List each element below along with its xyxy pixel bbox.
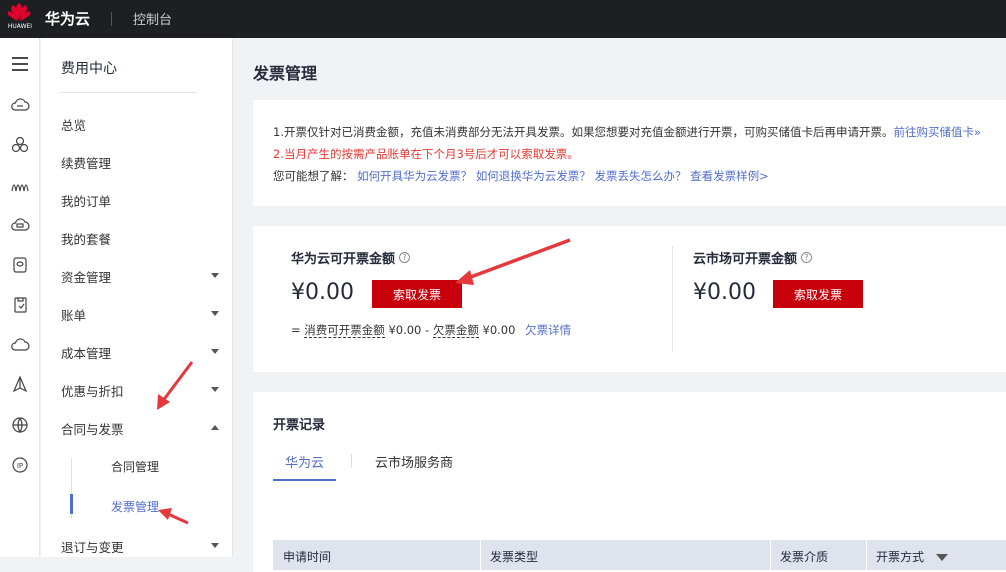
network-icon[interactable] — [6, 171, 34, 199]
column-issue-method-label: 开票方式 — [876, 550, 925, 564]
sidebar-item-bills[interactable]: 账单 — [61, 304, 231, 324]
sidebar-subitem-contracts[interactable]: 合同管理 — [111, 458, 159, 475]
chevron-down-icon — [211, 273, 219, 278]
sidebar-item-orders[interactable]: 我的订单 — [61, 190, 231, 210]
main-content: 发票管理 1.开票仅针对已消费金额，充值未消费部分无法开具发票。如果您想要对充值… — [233, 38, 1006, 572]
sidebar-item-label: 资金管理 — [61, 269, 112, 285]
invoice-lost-link[interactable]: 发票丢失怎么办？ — [594, 169, 686, 183]
invoiceable-amount-card: 华为云可开票金额 ? ¥0.00 索取发票 = 消费可开票金额 ¥0.00 - … — [253, 226, 1006, 372]
ip-icon[interactable]: IP — [6, 451, 34, 479]
market-amount-label-text: 云市场可开票金额 — [693, 252, 798, 267]
tab-marketplace-vendors[interactable]: 云市场服务商 — [375, 452, 453, 479]
amount-card-divider — [672, 246, 673, 352]
sidebar-item-label: 退订与变更 — [61, 539, 124, 555]
sidebar-item-funds[interactable]: 资金管理 — [61, 266, 231, 286]
chevron-down-icon — [211, 311, 219, 316]
column-divider — [866, 540, 867, 570]
sidebar-item-label: 合同与发票 — [61, 421, 124, 437]
column-divider — [770, 540, 771, 570]
amount-formula: = 消费可开票金额 ¥0.00 - 欠票金额 ¥0.00 欠票详情 — [291, 322, 571, 338]
sidebar-item-label: 成本管理 — [61, 345, 112, 361]
notice-panel: 1.开票仅针对已消费金额，充值未消费部分无法开具发票。如果您想要对充值金额进行开… — [253, 100, 1006, 206]
huawei-amount-label: 华为云可开票金额 ? — [291, 248, 411, 267]
globe-icon[interactable] — [6, 411, 34, 439]
buy-stored-value-card-link[interactable]: 前往购买储值卡» — [893, 125, 981, 139]
deployment-icon[interactable] — [6, 371, 34, 399]
security-icon[interactable] — [6, 291, 34, 319]
invoice-records-panel: 开票记录 华为云 云市场服务商 申请时间 发票类型 发票介质 开票方式 — [253, 392, 1006, 572]
chevron-down-icon — [211, 387, 219, 392]
records-title: 开票记录 — [273, 418, 326, 433]
sidebar-item-contracts-invoices[interactable]: 合同与发票 — [61, 418, 231, 438]
consumed-invoiceable-label[interactable]: 消费可开票金额 — [304, 323, 385, 338]
svg-text:IP: IP — [17, 462, 23, 470]
chevron-down-icon — [211, 349, 219, 354]
sidebar-subitem-invoices[interactable]: 发票管理 — [111, 498, 159, 515]
sidebar-item-overview[interactable]: 总览 — [61, 114, 231, 134]
database-icon[interactable] — [6, 251, 34, 279]
top-bar: HUAWEI 华为云 控制台 — [0, 0, 1006, 38]
sidebar-title: 费用中心 — [61, 61, 117, 77]
huawei-logo-icon — [7, 3, 31, 21]
notice-line-3: 您可能想了解： 如何开具华为云发票？ 如何退换华为云发票？ 发票丢失怎么办？ 查… — [273, 168, 769, 184]
tab-divider — [351, 454, 352, 468]
sidebar-item-label: 账单 — [61, 307, 87, 323]
request-invoice-button[interactable]: 索取发票 — [372, 280, 462, 308]
filter-icon[interactable] — [935, 554, 948, 561]
hamburger-menu-icon[interactable] — [6, 50, 34, 78]
how-to-issue-link[interactable]: 如何开具华为云发票？ — [357, 169, 472, 183]
notice-line-2: 2.当月产生的按需产品账单在下个月3号后才可以索取发票。 — [273, 147, 579, 161]
top-divider — [111, 12, 112, 26]
sidebar-divider — [61, 92, 197, 93]
service-icon-rail: IP — [0, 38, 40, 557]
market-request-invoice-button[interactable]: 索取发票 — [773, 280, 863, 308]
cloud-monitor-icon[interactable] — [6, 331, 34, 359]
sidebar-item-label: 优惠与折扣 — [61, 383, 124, 399]
console-link[interactable]: 控制台 — [133, 9, 172, 28]
market-amount-label: 云市场可开票金额 ? — [693, 248, 813, 267]
column-divider — [480, 540, 481, 570]
owed-invoice-label[interactable]: 欠票金额 — [432, 323, 479, 338]
huawei-amount-value: ¥0.00 — [291, 280, 354, 305]
cloud-storage-icon[interactable] — [6, 211, 34, 239]
invoice-sample-link[interactable]: 查看发票样例> — [690, 169, 769, 183]
market-amount-value: ¥0.00 — [693, 280, 756, 305]
cloud-name[interactable]: 华为云 — [45, 8, 90, 29]
how-to-return-link[interactable]: 如何退换华为云发票？ — [476, 169, 591, 183]
help-icon[interactable]: ? — [801, 252, 813, 263]
formula-equals: = — [291, 323, 305, 337]
sidebar: 费用中心 总览 续费管理 我的订单 我的套餐 资金管理 账单 成本管理 优惠与折… — [41, 38, 233, 557]
help-icon[interactable]: ? — [399, 252, 411, 263]
sidebar-item-renewal[interactable]: 续费管理 — [61, 152, 231, 172]
tab-huawei-cloud[interactable]: 华为云 — [273, 452, 337, 481]
chevron-down-icon — [211, 543, 219, 548]
owed-invoice-detail-link[interactable]: 欠票详情 — [525, 323, 571, 337]
notice-line-1: 1.开票仅针对已消费金额，充值未消费部分无法开具发票。如果您想要对充值金额进行开… — [273, 124, 981, 140]
notice-text-1: 1.开票仅针对已消费金额，充值未消费部分无法开具发票。如果您想要对充值金额进行开… — [273, 125, 894, 139]
chevron-up-icon — [211, 425, 219, 430]
records-table-header: 申请时间 发票类型 发票介质 开票方式 — [273, 540, 1006, 570]
huawei-brand-text: HUAWEI — [7, 23, 33, 30]
consumed-invoiceable-value: ¥0.00 - — [384, 323, 433, 337]
cloud-server-icon[interactable] — [6, 91, 34, 119]
cluster-icon[interactable] — [6, 131, 34, 159]
owed-invoice-value: ¥0.00 — [478, 323, 516, 337]
page-title: 发票管理 — [253, 64, 318, 83]
sidebar-item-discounts[interactable]: 优惠与折扣 — [61, 380, 231, 400]
notice-prefix: 您可能想了解： — [273, 169, 354, 183]
submenu-active-indicator — [70, 494, 73, 514]
sidebar-item-unsubscribe[interactable]: 退订与变更 — [61, 536, 231, 556]
sidebar-item-packages[interactable]: 我的套餐 — [61, 228, 231, 248]
huawei-amount-label-text: 华为云可开票金额 — [291, 252, 396, 267]
sidebar-item-cost[interactable]: 成本管理 — [61, 342, 231, 362]
huawei-logo[interactable]: HUAWEI — [4, 2, 34, 36]
